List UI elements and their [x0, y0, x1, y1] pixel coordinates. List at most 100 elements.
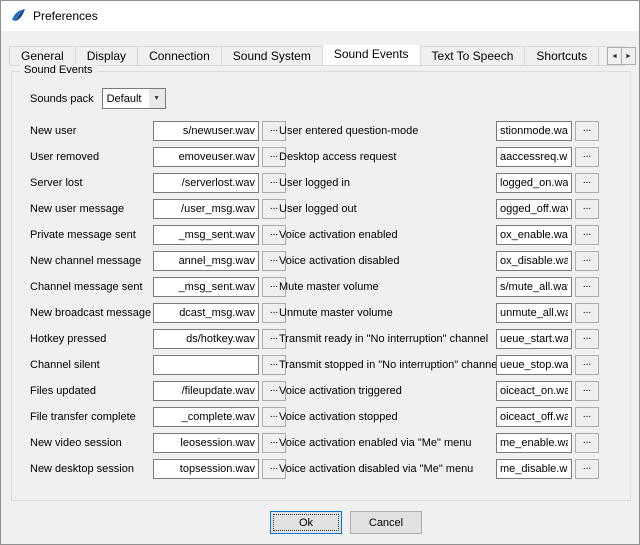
sound-event-row: Private message sent... [30, 222, 286, 248]
browse-button[interactable]: ... [575, 251, 599, 271]
sound-event-row: Hotkey pressed... [30, 326, 286, 352]
sound-event-row: Channel message sent... [30, 274, 286, 300]
cancel-button[interactable]: Cancel [350, 511, 422, 534]
sound-event-row: Voice activation stopped... [279, 404, 599, 430]
sound-file-input[interactable] [496, 407, 572, 427]
sounds-pack-value: Default [107, 93, 142, 105]
sound-event-label: Voice activation disabled via "Me" menu [279, 463, 496, 475]
browse-button[interactable]: ... [575, 303, 599, 323]
sound-file-input[interactable] [496, 147, 572, 167]
sound-event-row: New user message... [30, 196, 286, 222]
tab-scroll-left-button[interactable]: ◄ [607, 47, 622, 65]
sound-event-row: New video session... [30, 430, 286, 456]
sound-event-label: Hotkey pressed [30, 333, 153, 345]
title-bar: Preferences [1, 1, 639, 31]
sound-event-label: Channel silent [30, 359, 153, 371]
sound-file-input[interactable] [153, 225, 259, 245]
tab-shortcuts[interactable]: Shortcuts [524, 46, 599, 65]
sound-file-input[interactable] [496, 277, 572, 297]
preferences-window: Preferences GeneralDisplayConnectionSoun… [0, 0, 640, 545]
sound-file-input[interactable] [496, 459, 572, 479]
sound-file-input[interactable] [496, 433, 572, 453]
sound-file-input[interactable] [496, 303, 572, 323]
tab-sound-system[interactable]: Sound System [221, 46, 323, 65]
tab-scroll-right-button[interactable]: ► [621, 47, 636, 65]
sound-event-label: New user message [30, 203, 153, 215]
browse-button[interactable]: ... [575, 459, 599, 479]
sound-file-input[interactable] [153, 121, 259, 141]
sound-event-row: File transfer complete... [30, 404, 286, 430]
sound-event-label: New desktop session [30, 463, 153, 475]
sound-event-label: User logged out [279, 203, 496, 215]
sound-file-input[interactable] [153, 199, 259, 219]
sounds-pack-label: Sounds pack [30, 93, 94, 105]
sound-file-input[interactable] [153, 147, 259, 167]
sound-file-input[interactable] [496, 199, 572, 219]
sound-file-input[interactable] [153, 407, 259, 427]
browse-button[interactable]: ... [575, 355, 599, 375]
events-column-left: New user...User removed...Server lost...… [30, 118, 286, 482]
sound-file-input[interactable] [153, 329, 259, 349]
sound-file-input[interactable] [496, 355, 572, 375]
browse-button[interactable]: ... [575, 381, 599, 401]
sound-file-input[interactable] [153, 433, 259, 453]
browse-button[interactable]: ... [575, 173, 599, 193]
sound-event-row: User logged in... [279, 170, 599, 196]
tab-display[interactable]: Display [75, 46, 138, 65]
sound-event-row: Voice activation disabled via "Me" menu.… [279, 456, 599, 482]
sound-event-label: Transmit ready in "No interruption" chan… [279, 333, 496, 345]
sound-file-input[interactable] [153, 173, 259, 193]
sound-file-input[interactable] [496, 121, 572, 141]
sound-file-input[interactable] [496, 251, 572, 271]
sound-event-row: Desktop access request... [279, 144, 599, 170]
sound-file-input[interactable] [153, 459, 259, 479]
browse-button[interactable]: ... [575, 225, 599, 245]
sound-file-input[interactable] [496, 173, 572, 193]
sound-event-label: Voice activation disabled [279, 255, 496, 267]
app-icon [10, 8, 26, 24]
browse-button[interactable]: ... [575, 329, 599, 349]
browse-button[interactable]: ... [575, 277, 599, 297]
sound-event-row: Mute master volume... [279, 274, 599, 300]
tab-connection[interactable]: Connection [137, 46, 222, 65]
browse-button[interactable]: ... [575, 407, 599, 427]
sound-event-label: Private message sent [30, 229, 153, 241]
tab-general[interactable]: General [9, 46, 76, 65]
ok-button[interactable]: Ok [270, 511, 342, 534]
sound-event-label: File transfer complete [30, 411, 153, 423]
tab-text-to-speech[interactable]: Text To Speech [420, 46, 526, 65]
sound-event-label: Unmute master volume [279, 307, 496, 319]
sound-event-row: User logged out... [279, 196, 599, 222]
sound-file-input[interactable] [496, 381, 572, 401]
sound-event-label: Channel message sent [30, 281, 153, 293]
sound-event-label: Files updated [30, 385, 153, 397]
tab-sound-events[interactable]: Sound Events [322, 45, 421, 66]
sound-event-label: Voice activation triggered [279, 385, 496, 397]
chevron-down-icon: ▼ [149, 89, 165, 108]
sound-file-input[interactable] [153, 381, 259, 401]
sound-event-label: Transmit stopped in "No interruption" ch… [279, 359, 496, 371]
events-column-right: User entered question-mode...Desktop acc… [279, 118, 599, 482]
browse-button[interactable]: ... [575, 121, 599, 141]
sounds-pack-row: Sounds pack Default ▼ [30, 88, 166, 109]
browse-button[interactable]: ... [575, 433, 599, 453]
sound-event-label: Voice activation enabled via "Me" menu [279, 437, 496, 449]
browse-button[interactable]: ... [575, 147, 599, 167]
sound-event-row: Voice activation enabled via "Me" menu..… [279, 430, 599, 456]
sound-file-input[interactable] [153, 277, 259, 297]
sound-event-row: New desktop session... [30, 456, 286, 482]
sound-file-input[interactable] [496, 225, 572, 245]
browse-button[interactable]: ... [575, 199, 599, 219]
sound-event-row: New channel message... [30, 248, 286, 274]
sound-file-input[interactable] [496, 329, 572, 349]
sound-event-row: Transmit stopped in "No interruption" ch… [279, 352, 599, 378]
sound-file-input[interactable] [153, 355, 259, 375]
sound-event-row: User entered question-mode... [279, 118, 599, 144]
sounds-pack-select[interactable]: Default ▼ [102, 88, 166, 109]
sound-file-input[interactable] [153, 303, 259, 323]
sound-event-row: New broadcast message... [30, 300, 286, 326]
sound-event-label: New user [30, 125, 153, 137]
tab-scroll-control: ◄ ► [607, 47, 636, 65]
sound-file-input[interactable] [153, 251, 259, 271]
sound-event-label: New video session [30, 437, 153, 449]
